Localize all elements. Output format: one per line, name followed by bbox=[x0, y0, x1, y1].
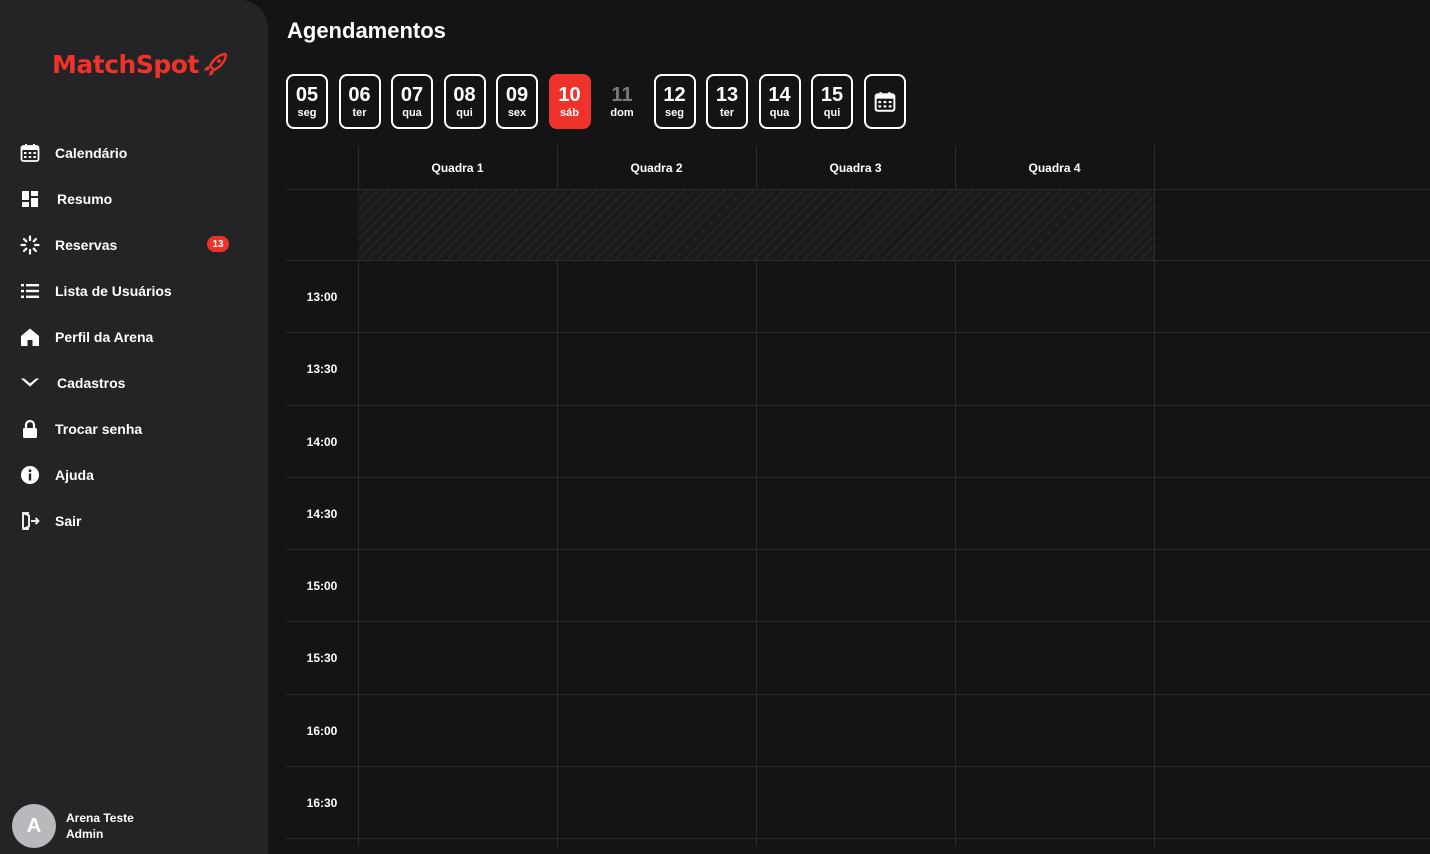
calendar-icon bbox=[874, 91, 895, 112]
sidebar-item-label: Sair bbox=[55, 513, 82, 529]
time-slot-row[interactable]: 14:30 bbox=[286, 478, 1430, 551]
day-weekday: ter bbox=[719, 106, 735, 119]
day-weekday: qui bbox=[823, 106, 841, 119]
lock-icon bbox=[20, 419, 40, 439]
dashboard-icon bbox=[20, 189, 40, 209]
time-label: 16:30 bbox=[306, 796, 338, 811]
user-role: Admin bbox=[66, 827, 104, 841]
sidebar: MatchSpot Calendário Resumo Reservas 13 … bbox=[0, 0, 268, 854]
time-label: 13:30 bbox=[306, 362, 338, 377]
time-slot-row[interactable]: 15:30 bbox=[286, 622, 1430, 695]
list-icon bbox=[20, 281, 40, 301]
logo-text: MatchSpot bbox=[52, 50, 199, 79]
day-button[interactable]: 08 qui bbox=[443, 74, 486, 129]
sidebar-item-label: Resumo bbox=[57, 191, 113, 207]
calendar-icon bbox=[20, 143, 40, 163]
spinner-icon bbox=[20, 235, 40, 255]
time-slot-row[interactable]: 13:00 bbox=[286, 261, 1430, 334]
day-number: 11 bbox=[611, 83, 633, 106]
matchspot-logo[interactable]: MatchSpot bbox=[52, 50, 229, 79]
day-number: 09 bbox=[505, 83, 529, 106]
court-header: Quadra 1 bbox=[431, 161, 484, 175]
day-number: 15 bbox=[820, 83, 844, 106]
blocked-time-row bbox=[286, 190, 1430, 261]
day-weekday: qua bbox=[769, 106, 790, 119]
day-number: 08 bbox=[453, 83, 476, 106]
day-button[interactable]: 13 ter bbox=[706, 74, 748, 129]
user-name: Arena Teste bbox=[66, 811, 134, 825]
day-weekday: ter bbox=[352, 106, 367, 119]
day-weekday: dom bbox=[610, 106, 634, 119]
avatar: A bbox=[12, 804, 56, 848]
sidebar-item-lista-usuarios[interactable]: Lista de Usuários bbox=[0, 268, 268, 314]
unavailable-slot-area bbox=[358, 190, 1154, 260]
time-label: 15:00 bbox=[306, 579, 338, 594]
sidebar-nav: Calendário Resumo Reservas 13 Lista de U… bbox=[0, 130, 268, 544]
day-number: 14 bbox=[768, 83, 791, 106]
day-button[interactable]: 06 ter bbox=[338, 74, 381, 129]
day-button-selected[interactable]: 10 sáb bbox=[548, 74, 591, 129]
day-selector: 05 seg 06 ter 07 qua 08 qui 09 sex 10 sáb 11 do… bbox=[286, 74, 906, 129]
day-button[interactable]: 09 sex bbox=[496, 74, 538, 129]
time-slot-row[interactable]: 14:00 bbox=[286, 406, 1430, 478]
sidebar-item-resumo[interactable]: Resumo bbox=[0, 176, 268, 222]
time-label: 15:30 bbox=[306, 651, 338, 666]
time-label: 16:00 bbox=[306, 723, 338, 738]
day-weekday: sáb bbox=[560, 106, 579, 119]
day-button[interactable]: 12 seg bbox=[653, 74, 696, 129]
sidebar-item-label: Reservas bbox=[55, 237, 118, 253]
courts-header: Quadra 1 Quadra 2 Quadra 3 Quadra 4 bbox=[286, 146, 1430, 190]
day-number: 07 bbox=[400, 83, 424, 106]
day-number: 05 bbox=[295, 83, 319, 106]
time-slot-row[interactable]: 16:30 bbox=[286, 767, 1430, 840]
sidebar-item-label: Trocar senha bbox=[55, 421, 143, 437]
sidebar-item-perfil-arena[interactable]: Perfil da Arena bbox=[0, 314, 268, 360]
day-button-disabled[interactable]: 11 dom bbox=[601, 74, 643, 129]
sidebar-item-label: Cadastros bbox=[57, 375, 126, 391]
day-number: 10 bbox=[558, 83, 581, 106]
day-weekday: qua bbox=[402, 106, 422, 119]
sidebar-item-label: Ajuda bbox=[55, 467, 94, 483]
info-icon bbox=[20, 465, 40, 485]
sidebar-item-ajuda[interactable]: Ajuda bbox=[0, 452, 268, 498]
day-weekday: qui bbox=[456, 106, 473, 119]
sidebar-item-label: Calendário bbox=[55, 145, 128, 161]
court-header: Quadra 3 bbox=[829, 161, 882, 175]
day-weekday: seg bbox=[665, 106, 684, 119]
time-slot-row[interactable]: 16:00 bbox=[286, 695, 1430, 768]
court-header: Quadra 4 bbox=[1028, 161, 1081, 175]
sidebar-item-calendario[interactable]: Calendário bbox=[0, 130, 268, 176]
time-label: 14:00 bbox=[306, 434, 338, 449]
open-calendar-button[interactable] bbox=[863, 74, 906, 129]
schedule-grid: Quadra 1 Quadra 2 Quadra 3 Quadra 4 13:0… bbox=[286, 146, 1430, 846]
court-header: Quadra 2 bbox=[630, 161, 683, 175]
day-button[interactable]: 14 qua bbox=[758, 74, 801, 129]
day-number: 13 bbox=[715, 83, 739, 106]
day-weekday: sex bbox=[507, 106, 527, 119]
reservas-count-badge: 13 bbox=[207, 236, 229, 252]
rocket-icon bbox=[203, 52, 228, 76]
day-weekday: seg bbox=[297, 106, 317, 119]
user-profile[interactable]: A Arena Teste Admin bbox=[12, 804, 134, 848]
logout-icon bbox=[20, 511, 40, 531]
sidebar-item-trocar-senha[interactable]: Trocar senha bbox=[0, 406, 268, 452]
time-label: 13:00 bbox=[306, 290, 338, 304]
chevron-down-icon bbox=[20, 373, 40, 393]
sidebar-item-label: Perfil da Arena bbox=[55, 329, 154, 345]
time-label: 14:30 bbox=[306, 506, 338, 521]
time-slot-row[interactable]: 15:00 bbox=[286, 550, 1430, 623]
home-icon bbox=[20, 327, 40, 347]
day-number: 12 bbox=[663, 83, 686, 106]
sidebar-item-sair[interactable]: Sair bbox=[0, 498, 268, 544]
day-button[interactable]: 05 seg bbox=[286, 74, 328, 129]
sidebar-item-cadastros[interactable]: Cadastros bbox=[0, 360, 268, 406]
page-title: Agendamentos bbox=[287, 18, 446, 43]
day-button[interactable]: 15 qui bbox=[811, 74, 853, 129]
day-button[interactable]: 07 qua bbox=[391, 74, 433, 129]
sidebar-item-label: Lista de Usuários bbox=[55, 283, 172, 299]
day-number: 06 bbox=[348, 83, 371, 106]
user-info: Arena Teste Admin bbox=[66, 810, 134, 842]
time-slot-row[interactable]: 13:30 bbox=[286, 333, 1430, 406]
sidebar-item-reservas[interactable]: Reservas 13 bbox=[0, 222, 268, 268]
